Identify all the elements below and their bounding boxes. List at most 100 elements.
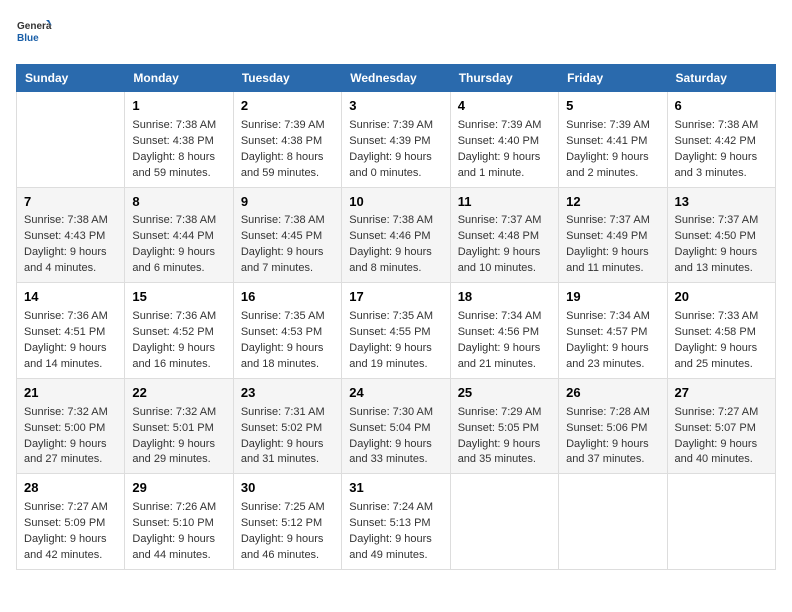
day-number: 14 bbox=[24, 288, 117, 307]
calendar-cell: 17Sunrise: 7:35 AM Sunset: 4:55 PM Dayli… bbox=[342, 283, 450, 379]
cell-content: Sunrise: 7:27 AM Sunset: 5:09 PM Dayligh… bbox=[24, 500, 117, 564]
calendar-cell: 22Sunrise: 7:32 AM Sunset: 5:01 PM Dayli… bbox=[125, 378, 233, 474]
calendar-cell: 12Sunrise: 7:37 AM Sunset: 4:49 PM Dayli… bbox=[559, 187, 667, 283]
cell-content: Sunrise: 7:24 AM Sunset: 5:13 PM Dayligh… bbox=[349, 500, 442, 564]
cell-content: Sunrise: 7:33 AM Sunset: 4:58 PM Dayligh… bbox=[675, 309, 768, 373]
header-tuesday: Tuesday bbox=[233, 65, 341, 92]
day-number: 21 bbox=[24, 384, 117, 403]
calendar-table: SundayMondayTuesdayWednesdayThursdayFrid… bbox=[16, 64, 776, 570]
cell-content: Sunrise: 7:35 AM Sunset: 4:53 PM Dayligh… bbox=[241, 309, 334, 373]
cell-content: Sunrise: 7:37 AM Sunset: 4:48 PM Dayligh… bbox=[458, 213, 551, 277]
calendar-cell: 20 Sunrise: 7:33 AM Sunset: 4:58 PM Dayli… bbox=[667, 283, 775, 379]
calendar-cell: 31 Sunrise: 7:24 AM Sunset: 5:13 PM Dayli… bbox=[342, 474, 450, 570]
header-monday: Monday bbox=[125, 65, 233, 92]
calendar-cell: 6 Sunrise: 7:38 AM Sunset: 4:42 PM Daylig… bbox=[667, 92, 775, 188]
cell-content: Sunrise: 7:39 AM Sunset: 4:39 PM Dayligh… bbox=[349, 118, 442, 182]
logo: General Blue bbox=[16, 16, 52, 52]
cell-content: Sunrise: 7:28 AM Sunset: 5:06 PM Dayligh… bbox=[566, 405, 659, 469]
day-number: 18 bbox=[458, 288, 551, 307]
header-thursday: Thursday bbox=[450, 65, 558, 92]
cell-content: Sunrise: 7:29 AM Sunset: 5:05 PM Dayligh… bbox=[458, 405, 551, 469]
calendar-cell: 16 Sunrise: 7:35 AM Sunset: 4:53 PM Dayli… bbox=[233, 283, 341, 379]
calendar-cell: 3 Sunrise: 7:39 AM Sunset: 4:39 PM Daylig… bbox=[342, 92, 450, 188]
day-number: 27 bbox=[675, 384, 768, 403]
calendar-cell: 5 Sunrise: 7:39 AM Sunset: 4:41 PM Daylig… bbox=[559, 92, 667, 188]
cell-content: Sunrise: 7:37 AM Sunset: 4:49 PM Dayligh… bbox=[566, 213, 659, 277]
cell-content: Sunrise: 7:34 AM Sunset: 4:57 PM Dayligh… bbox=[566, 309, 659, 373]
header-sunday: Sunday bbox=[17, 65, 125, 92]
calendar-cell bbox=[17, 92, 125, 188]
week-row-2: 7Sunrise: 7:38 AM Sunset: 4:43 PM Daylig… bbox=[17, 187, 776, 283]
cell-content: Sunrise: 7:34 AM Sunset: 4:56 PM Dayligh… bbox=[458, 309, 551, 373]
day-number: 4 bbox=[458, 97, 551, 116]
cell-content: Sunrise: 7:37 AM Sunset: 4:50 PM Dayligh… bbox=[675, 213, 768, 277]
cell-content: Sunrise: 7:36 AM Sunset: 4:51 PM Dayligh… bbox=[24, 309, 117, 373]
calendar-cell: 14 Sunrise: 7:36 AM Sunset: 4:51 PM Dayli… bbox=[17, 283, 125, 379]
calendar-cell bbox=[667, 474, 775, 570]
day-number: 6 bbox=[675, 97, 768, 116]
calendar-cell: 18 Sunrise: 7:34 AM Sunset: 4:56 PM Dayli… bbox=[450, 283, 558, 379]
header-saturday: Saturday bbox=[667, 65, 775, 92]
day-number: 12 bbox=[566, 193, 659, 212]
calendar-cell: 28 Sunrise: 7:27 AM Sunset: 5:09 PM Dayli… bbox=[17, 474, 125, 570]
calendar-cell: 25Sunrise: 7:29 AM Sunset: 5:05 PM Dayli… bbox=[450, 378, 558, 474]
day-number: 30 bbox=[241, 479, 334, 498]
cell-content: Sunrise: 7:31 AM Sunset: 5:02 PM Dayligh… bbox=[241, 405, 334, 469]
calendar-cell: 30Sunrise: 7:25 AM Sunset: 5:12 PM Dayli… bbox=[233, 474, 341, 570]
calendar-cell bbox=[450, 474, 558, 570]
day-number: 7 bbox=[24, 193, 117, 212]
calendar-cell: 1 Sunrise: 7:38 AM Sunset: 4:38 PM Daylig… bbox=[125, 92, 233, 188]
cell-content: Sunrise: 7:36 AM Sunset: 4:52 PM Dayligh… bbox=[132, 309, 225, 373]
calendar-cell: 9Sunrise: 7:38 AM Sunset: 4:45 PM Daylig… bbox=[233, 187, 341, 283]
cell-content: Sunrise: 7:39 AM Sunset: 4:38 PM Dayligh… bbox=[241, 118, 334, 182]
day-number: 19 bbox=[566, 288, 659, 307]
calendar-cell: 27 Sunrise: 7:27 AM Sunset: 5:07 PM Dayli… bbox=[667, 378, 775, 474]
cell-content: Sunrise: 7:27 AM Sunset: 5:07 PM Dayligh… bbox=[675, 405, 768, 469]
calendar-cell: 24Sunrise: 7:30 AM Sunset: 5:04 PM Dayli… bbox=[342, 378, 450, 474]
day-number: 11 bbox=[458, 193, 551, 212]
day-number: 26 bbox=[566, 384, 659, 403]
day-number: 5 bbox=[566, 97, 659, 116]
cell-content: Sunrise: 7:38 AM Sunset: 4:38 PM Dayligh… bbox=[132, 118, 225, 182]
header-friday: Friday bbox=[559, 65, 667, 92]
calendar-cell: 11Sunrise: 7:37 AM Sunset: 4:48 PM Dayli… bbox=[450, 187, 558, 283]
calendar-cell: 23Sunrise: 7:31 AM Sunset: 5:02 PM Dayli… bbox=[233, 378, 341, 474]
cell-content: Sunrise: 7:39 AM Sunset: 4:40 PM Dayligh… bbox=[458, 118, 551, 182]
cell-content: Sunrise: 7:35 AM Sunset: 4:55 PM Dayligh… bbox=[349, 309, 442, 373]
day-number: 20 bbox=[675, 288, 768, 307]
day-number: 3 bbox=[349, 97, 442, 116]
calendar-cell: 29 Sunrise: 7:26 AM Sunset: 5:10 PM Dayli… bbox=[125, 474, 233, 570]
cell-content: Sunrise: 7:38 AM Sunset: 4:45 PM Dayligh… bbox=[241, 213, 334, 277]
day-number: 8 bbox=[132, 193, 225, 212]
header-row: SundayMondayTuesdayWednesdayThursdayFrid… bbox=[17, 65, 776, 92]
cell-content: Sunrise: 7:38 AM Sunset: 4:44 PM Dayligh… bbox=[132, 213, 225, 277]
day-number: 31 bbox=[349, 479, 442, 498]
cell-content: Sunrise: 7:38 AM Sunset: 4:42 PM Dayligh… bbox=[675, 118, 768, 182]
day-number: 1 bbox=[132, 97, 225, 116]
cell-content: Sunrise: 7:26 AM Sunset: 5:10 PM Dayligh… bbox=[132, 500, 225, 564]
calendar-cell: 8Sunrise: 7:38 AM Sunset: 4:44 PM Daylig… bbox=[125, 187, 233, 283]
calendar-cell: 13Sunrise: 7:37 AM Sunset: 4:50 PM Dayli… bbox=[667, 187, 775, 283]
day-number: 2 bbox=[241, 97, 334, 116]
week-row-1: 1 Sunrise: 7:38 AM Sunset: 4:38 PM Daylig… bbox=[17, 92, 776, 188]
cell-content: Sunrise: 7:32 AM Sunset: 5:01 PM Dayligh… bbox=[132, 405, 225, 469]
logo-svg: General Blue bbox=[16, 16, 52, 52]
calendar-cell: 26 Sunrise: 7:28 AM Sunset: 5:06 PM Dayli… bbox=[559, 378, 667, 474]
page-header: General Blue bbox=[16, 16, 776, 52]
calendar-cell bbox=[559, 474, 667, 570]
calendar-cell: 4 Sunrise: 7:39 AM Sunset: 4:40 PM Daylig… bbox=[450, 92, 558, 188]
calendar-cell: 19 Sunrise: 7:34 AM Sunset: 4:57 PM Dayli… bbox=[559, 283, 667, 379]
week-row-3: 14 Sunrise: 7:36 AM Sunset: 4:51 PM Dayli… bbox=[17, 283, 776, 379]
day-number: 9 bbox=[241, 193, 334, 212]
svg-text:General: General bbox=[17, 21, 52, 32]
cell-content: Sunrise: 7:39 AM Sunset: 4:41 PM Dayligh… bbox=[566, 118, 659, 182]
day-number: 13 bbox=[675, 193, 768, 212]
calendar-cell: 10Sunrise: 7:38 AM Sunset: 4:46 PM Dayli… bbox=[342, 187, 450, 283]
week-row-4: 21Sunrise: 7:32 AM Sunset: 5:00 PM Dayli… bbox=[17, 378, 776, 474]
day-number: 10 bbox=[349, 193, 442, 212]
day-number: 28 bbox=[24, 479, 117, 498]
day-number: 15 bbox=[132, 288, 225, 307]
day-number: 29 bbox=[132, 479, 225, 498]
cell-content: Sunrise: 7:38 AM Sunset: 4:43 PM Dayligh… bbox=[24, 213, 117, 277]
day-number: 16 bbox=[241, 288, 334, 307]
